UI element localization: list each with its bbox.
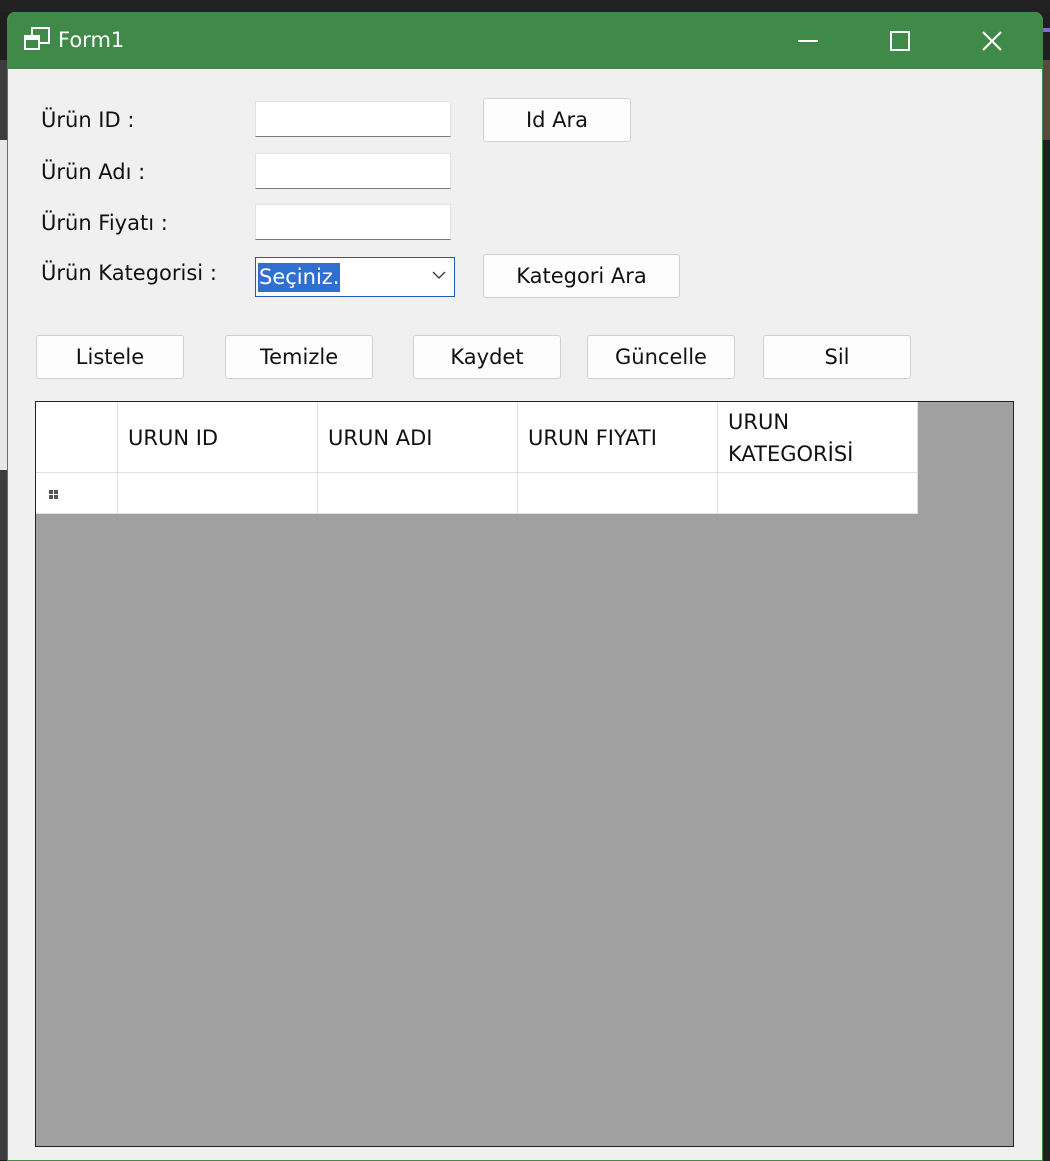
column-header-urun-adi[interactable]: URUN ADI (318, 402, 518, 473)
app-window-icon (24, 27, 50, 50)
row-header[interactable] (36, 473, 118, 514)
category-search-button[interactable]: Kategori Ara (483, 254, 680, 298)
grid-corner-header[interactable] (36, 402, 118, 473)
window-title: Form1 (58, 28, 125, 52)
product-name-input[interactable] (255, 153, 451, 189)
product-price-input[interactable] (255, 204, 451, 240)
products-datagrid[interactable]: URUN ID URUN ADI URUN FIYATI URUN KATEGO… (35, 401, 1014, 1147)
product-name-label: Ürün Adı : (41, 160, 146, 184)
maximize-button[interactable] (854, 12, 946, 69)
table-cell[interactable] (718, 473, 918, 514)
table-cell[interactable] (518, 473, 718, 514)
update-button[interactable]: Güncelle (587, 335, 735, 379)
category-selected-value: Seçiniz. (258, 263, 341, 292)
save-button[interactable]: Kaydet (413, 335, 561, 379)
list-button[interactable]: Listele (36, 335, 184, 379)
category-combobox[interactable]: Seçiniz. (255, 257, 455, 297)
table-cell[interactable] (118, 473, 318, 514)
form1-window: Form1 Ürün ID : Ürün Adı : Ürün Fiyatı :… (7, 12, 1043, 1161)
title-bar[interactable]: Form1 (8, 12, 1042, 69)
column-header-label: URUN ADI (328, 426, 433, 450)
close-icon (982, 30, 1002, 51)
product-category-label: Ürün Kategorisi : (41, 261, 217, 285)
column-header-urun-fiyati[interactable]: URUN FIYATI (518, 402, 718, 473)
product-price-label: Ürün Fiyatı : (41, 211, 168, 235)
column-header-label: URUN KATEGORİSİ (728, 410, 854, 466)
minimize-icon (798, 39, 818, 42)
clear-button[interactable]: Temizle (225, 335, 373, 379)
close-button[interactable] (946, 12, 1038, 69)
minimize-button[interactable] (762, 12, 854, 69)
column-header-label: URUN ID (128, 426, 219, 450)
delete-button[interactable]: Sil (763, 335, 911, 379)
id-search-button[interactable]: Id Ara (483, 98, 631, 142)
column-header-label: URUN FIYATI (528, 426, 657, 450)
product-id-input[interactable] (255, 101, 451, 137)
table-cell[interactable] (318, 473, 518, 514)
maximize-icon (890, 30, 910, 51)
product-id-label: Ürün ID : (41, 108, 135, 132)
chevron-down-icon (432, 271, 446, 279)
column-header-urun-kategorisi[interactable]: URUN KATEGORİSİ (718, 402, 918, 473)
desktop-background (0, 0, 1050, 12)
column-header-urun-id[interactable]: URUN ID (118, 402, 318, 473)
new-row-indicator-icon (48, 489, 59, 500)
